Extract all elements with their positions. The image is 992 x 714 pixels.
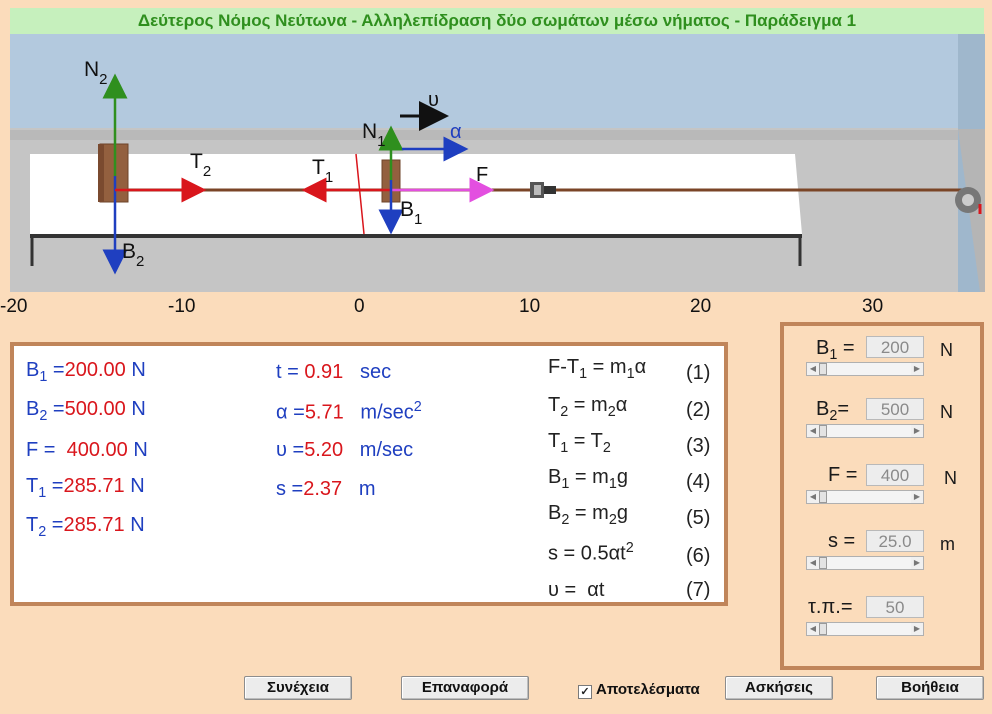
slider-thumb[interactable] xyxy=(819,363,827,375)
F-unit: N xyxy=(944,468,957,488)
equation-1: F-T1 = m1α xyxy=(548,356,647,382)
slider-right-arrow-icon[interactable]: ▶ xyxy=(911,623,923,635)
axis-tick-label: 0 xyxy=(354,296,365,317)
result-s: s =2.37 m xyxy=(276,478,376,500)
results-panel: B1 =200.00 N B2 =500.00 N F = 400.00 N T… xyxy=(10,342,728,606)
slider-thumb[interactable] xyxy=(819,623,827,635)
tp-slider[interactable]: ◀ ▶ xyxy=(806,622,924,636)
B2-control-label: B2= xyxy=(816,398,850,424)
velocity-label: υ xyxy=(428,89,439,111)
result-T1: T1 =285.71 N xyxy=(26,475,145,501)
result-B1: B1 =200.00 N xyxy=(26,359,146,385)
result-B2: B2 =500.00 N xyxy=(26,398,146,424)
equation-number: (6) xyxy=(686,545,711,567)
slider-left-arrow-icon[interactable]: ◀ xyxy=(807,491,819,503)
axis-tick-label: 30 xyxy=(862,296,884,317)
equation-number: (3) xyxy=(686,435,711,457)
results-checkbox-label: Αποτελέσματα xyxy=(596,681,700,698)
controls-panel: B1 = 200 N ◀ ▶ B2= 500 N ◀ ▶ F = 400 N ◀… xyxy=(780,322,984,670)
slider-left-arrow-icon[interactable]: ◀ xyxy=(807,557,819,569)
slider-left-arrow-icon[interactable]: ◀ xyxy=(807,425,819,437)
equation-number: (1) xyxy=(686,362,711,384)
F-label: F xyxy=(476,164,488,186)
window-title: Δεύτερος Νόμος Νεύτωνα - Αλληλεπίδραση δ… xyxy=(10,8,984,34)
slider-right-arrow-icon[interactable]: ▶ xyxy=(911,557,923,569)
equation-5: B2 = m2g xyxy=(548,502,628,528)
slider-thumb[interactable] xyxy=(819,491,827,503)
simulation-scene: N2 B2 T2 T1 N1 B1 υ α F xyxy=(10,34,985,292)
equation-7: υ = αt xyxy=(548,579,605,601)
slider-thumb[interactable] xyxy=(819,557,827,569)
result-t: t = 0.91 sec xyxy=(276,361,392,383)
F-value-field[interactable]: 400 xyxy=(866,464,924,486)
B2-value-field[interactable]: 500 xyxy=(866,398,924,420)
slider-left-arrow-icon[interactable]: ◀ xyxy=(807,363,819,375)
equation-4: B1 = m1g xyxy=(548,466,628,492)
slider-left-arrow-icon[interactable]: ◀ xyxy=(807,623,819,635)
slider-right-arrow-icon[interactable]: ▶ xyxy=(911,491,923,503)
back-wall xyxy=(10,34,985,134)
F-control-label: F = xyxy=(828,464,858,486)
equation-number: (5) xyxy=(686,507,711,529)
equation-number: (7) xyxy=(686,579,711,601)
B1-slider[interactable]: ◀ ▶ xyxy=(806,362,924,376)
axis-tick-label: 20 xyxy=(690,296,712,317)
results-checkbox-row[interactable]: ✓ Αποτελέσματα xyxy=(578,681,700,699)
result-a: α =5.71 m/sec2 xyxy=(276,399,422,424)
equation-2: T2 = m2α xyxy=(548,394,628,420)
s-slider[interactable]: ◀ ▶ xyxy=(806,556,924,570)
help-button[interactable]: Βοήθεια xyxy=(876,676,984,700)
s-control-label: s = xyxy=(828,530,856,552)
s-unit: m xyxy=(940,534,955,554)
B2-slider[interactable]: ◀ ▶ xyxy=(806,424,924,438)
axis-tick-label: 10 xyxy=(519,296,541,317)
equation-3: T1 = T2 xyxy=(548,430,611,456)
slider-right-arrow-icon[interactable]: ▶ xyxy=(911,425,923,437)
B1-unit: N xyxy=(940,340,953,360)
result-F: F = 400.00 N xyxy=(26,439,148,461)
exercises-button[interactable]: Ασκήσεις xyxy=(725,676,833,700)
tp-control-label: τ.π.= xyxy=(808,596,853,618)
slider-thumb[interactable] xyxy=(819,425,827,437)
equation-number: (4) xyxy=(686,471,711,493)
continue-button[interactable]: Συνέχεια xyxy=(244,676,352,700)
equation-6: s = 0.5αt2 xyxy=(548,540,634,565)
axis-tick-label: -10 xyxy=(168,296,196,317)
axis-tick-label: -20 xyxy=(0,296,28,317)
F-slider[interactable]: ◀ ▶ xyxy=(806,490,924,504)
reset-button[interactable]: Επαναφορά xyxy=(401,676,529,700)
tp-value-field[interactable]: 50 xyxy=(866,596,924,618)
result-T2: T2 =285.71 N xyxy=(26,514,145,540)
s-value-field[interactable]: 25.0 xyxy=(866,530,924,552)
results-checkbox[interactable]: ✓ xyxy=(578,685,592,699)
acceleration-label: α xyxy=(450,121,462,143)
B1-value-field[interactable]: 200 xyxy=(866,336,924,358)
equation-number: (2) xyxy=(686,399,711,421)
result-u: υ =5.20 m/sec xyxy=(276,439,414,461)
slider-right-arrow-icon[interactable]: ▶ xyxy=(911,363,923,375)
B2-unit: N xyxy=(940,402,953,422)
B1-control-label: B1 = xyxy=(816,337,855,363)
